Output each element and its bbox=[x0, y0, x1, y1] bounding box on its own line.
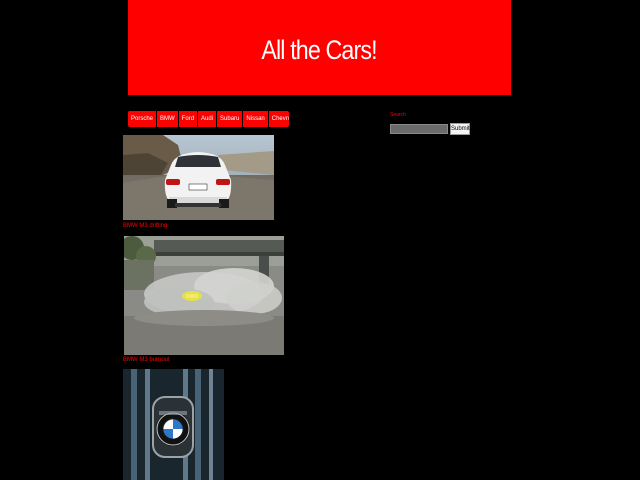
nav-item-audi[interactable]: Audi bbox=[198, 111, 218, 127]
car-photo-icon bbox=[123, 135, 274, 220]
header-banner: All the Cars! bbox=[128, 0, 511, 95]
nav-item-chevrolet[interactable]: Chevrolet bbox=[269, 111, 289, 127]
post-caption-1[interactable]: BMW M3 drifting bbox=[123, 222, 167, 230]
nav-item-nissan[interactable]: Nissan bbox=[243, 111, 269, 127]
nav-item-ford[interactable]: Ford bbox=[179, 111, 199, 127]
nav-item-bmw[interactable]: BMW bbox=[157, 111, 179, 127]
site-title: All the Cars! bbox=[261, 35, 378, 65]
post-image-bmw-logo[interactable] bbox=[123, 369, 224, 480]
search-label: Search bbox=[390, 112, 406, 118]
nav-bar: Porsche BMW Ford Audi Subaru Nissan Chev… bbox=[128, 111, 289, 127]
post-image-bmw-rear[interactable] bbox=[123, 135, 274, 220]
post-caption-2[interactable]: BMW M3 burnout bbox=[123, 356, 170, 364]
bmw-logo-icon bbox=[123, 369, 224, 480]
post-image-burnout[interactable] bbox=[124, 236, 284, 355]
page: All the Cars! Porsche BMW Ford Audi Suba… bbox=[0, 0, 640, 480]
car-photo-icon bbox=[124, 236, 284, 355]
nav-item-subaru[interactable]: Subaru bbox=[217, 111, 244, 127]
search-input[interactable] bbox=[390, 124, 448, 134]
search-submit-button[interactable]: Submit bbox=[450, 123, 470, 135]
nav-item-porsche[interactable]: Porsche bbox=[128, 111, 158, 127]
